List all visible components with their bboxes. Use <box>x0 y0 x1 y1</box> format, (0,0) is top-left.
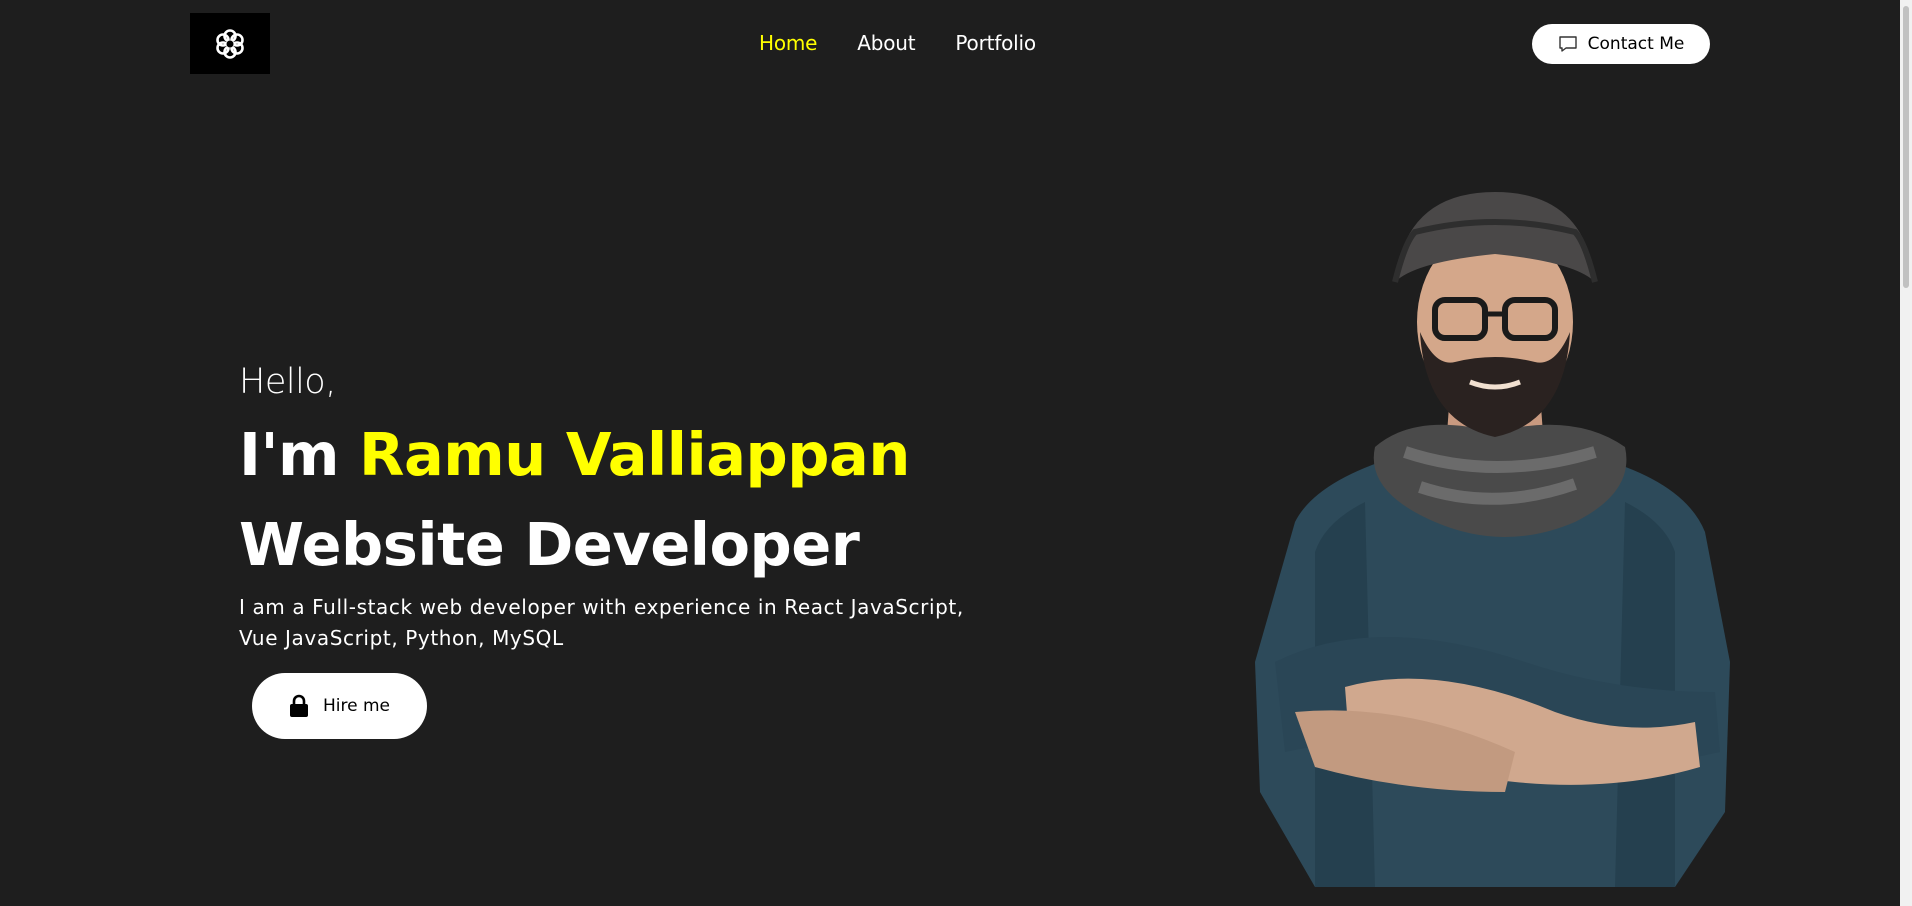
developer-name: Ramu Valliappan <box>359 420 910 489</box>
hero-description: I am a Full-stack web developer with exp… <box>239 592 1029 654</box>
greeting-text: Hello, <box>239 362 336 402</box>
role-heading: Website Developer <box>239 510 860 579</box>
nav-about-link[interactable]: About <box>857 31 915 55</box>
page-scrollbar[interactable] <box>1900 0 1912 906</box>
hire-me-label: Hire me <box>322 696 390 716</box>
description-line-1: I am a Full-stack web developer with exp… <box>239 595 964 619</box>
hire-me-button[interactable]: Hire me <box>252 673 427 739</box>
chat-bubble-icon <box>1558 36 1577 52</box>
contact-me-button[interactable]: Contact Me <box>1532 24 1710 64</box>
site-logo[interactable] <box>190 13 270 74</box>
intro-prefix: I'm <box>239 420 360 489</box>
contact-me-label: Contact Me <box>1587 34 1685 54</box>
flower-logo-icon <box>216 28 244 59</box>
main-nav: Home About Portfolio <box>759 28 1076 58</box>
description-line-2: Vue JavaScript, Python, MySQL <box>239 626 564 650</box>
developer-portrait-photo <box>1255 192 1730 887</box>
lock-icon <box>289 694 308 717</box>
nav-home-link[interactable]: Home <box>759 31 817 55</box>
page: Home About Portfolio Contact Me Hello, I… <box>0 0 1912 906</box>
nav-portfolio-link[interactable]: Portfolio <box>955 31 1036 55</box>
intro-heading: I'm Ramu Valliappan <box>239 420 910 489</box>
scrollbar-thumb[interactable] <box>1903 6 1909 288</box>
